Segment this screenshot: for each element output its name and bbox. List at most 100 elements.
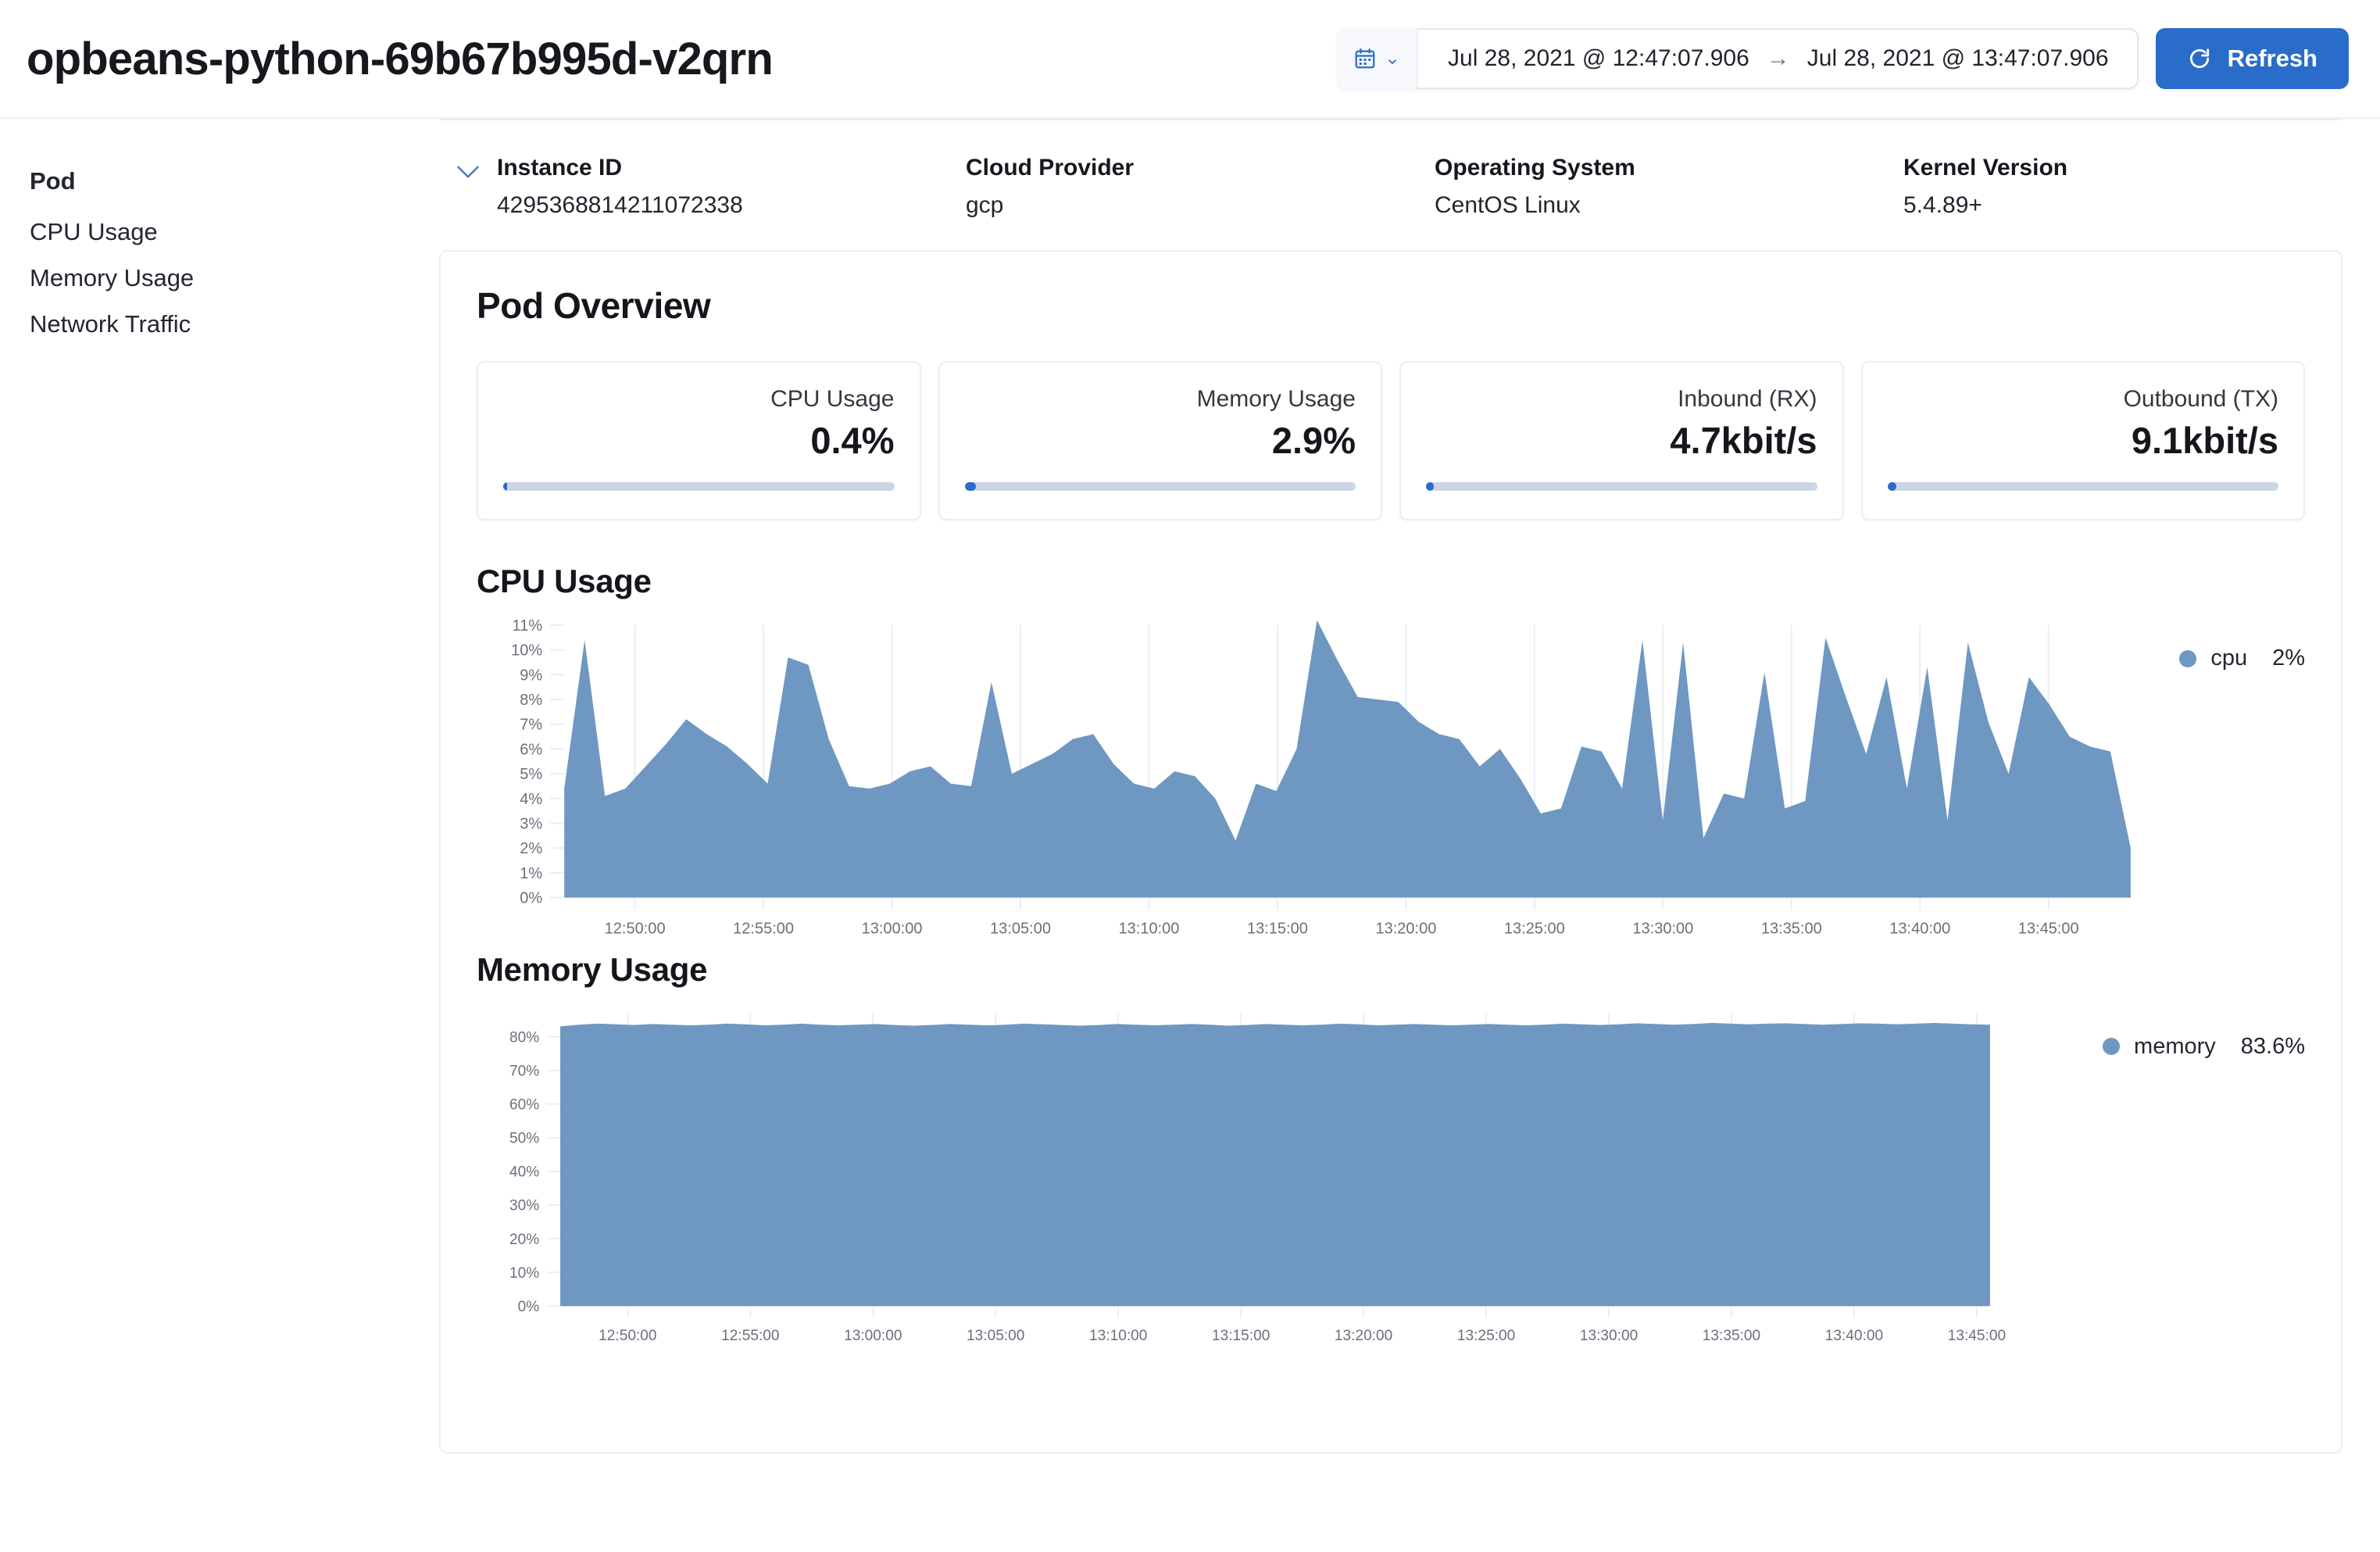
svg-text:7%: 7% xyxy=(520,717,542,734)
svg-text:12:50:00: 12:50:00 xyxy=(599,1328,656,1344)
metadata-value: CentOS Linux xyxy=(1435,192,1903,219)
metadata-label: Kernel Version xyxy=(1903,155,2342,181)
metadata-field-instance-id: Instance ID 4295368814211072338 xyxy=(497,155,966,219)
kpi-label: Memory Usage xyxy=(965,386,1356,413)
metadata-value: gcp xyxy=(966,192,1435,219)
svg-text:13:25:00: 13:25:00 xyxy=(1504,921,1565,938)
svg-text:60%: 60% xyxy=(509,1096,539,1113)
metadata-field-cloud-provider: Cloud Provider gcp xyxy=(966,155,1435,219)
metadata-field-operating-system: Operating System CentOS Linux xyxy=(1435,155,1903,219)
main-content: Instance ID 4295368814211072338 Cloud Pr… xyxy=(439,119,2380,1552)
svg-text:10%: 10% xyxy=(509,1265,539,1282)
kpi-card-inbound-rx: Inbound (RX) 4.7kbit/s xyxy=(1399,361,1844,520)
chart-legend-memory: memory 83.6% xyxy=(2082,1006,2305,1060)
svg-text:9%: 9% xyxy=(520,667,542,684)
svg-text:0%: 0% xyxy=(520,890,542,907)
page-title: opbeans-python-69b67b995d-v2qrn xyxy=(27,33,773,85)
svg-text:12:55:00: 12:55:00 xyxy=(733,921,794,938)
svg-text:2%: 2% xyxy=(520,840,542,857)
kpi-progress-track xyxy=(503,482,895,491)
chevron-down-icon: ⌄ xyxy=(1385,49,1400,68)
metadata-value: 4295368814211072338 xyxy=(497,192,966,219)
legend-series-value: 2% xyxy=(2272,645,2305,671)
svg-text:13:05:00: 13:05:00 xyxy=(967,1328,1024,1344)
svg-text:70%: 70% xyxy=(509,1063,539,1079)
svg-text:13:05:00: 13:05:00 xyxy=(990,921,1051,938)
chart-plot-area-memory[interactable]: 0%10%20%30%40%50%60%70%80%12:50:0012:55:… xyxy=(477,1006,2082,1357)
kpi-card-cpu-usage: CPU Usage 0.4% xyxy=(477,361,921,520)
svg-text:30%: 30% xyxy=(509,1197,539,1214)
kpi-value: 4.7kbit/s xyxy=(1426,419,1817,462)
svg-text:3%: 3% xyxy=(520,816,542,833)
svg-text:13:45:00: 13:45:00 xyxy=(1948,1328,2006,1344)
calendar-icon xyxy=(1353,46,1377,71)
metadata-label: Instance ID xyxy=(497,155,966,181)
svg-text:13:00:00: 13:00:00 xyxy=(862,921,923,938)
sidebar-nav: Pod CPU Usage Memory Usage Network Traff… xyxy=(0,119,439,1552)
sidebar-item-memory-usage[interactable]: Memory Usage xyxy=(30,266,439,290)
date-range-start[interactable]: Jul 28, 2021 @ 12:47:07.906 xyxy=(1448,45,1749,72)
legend-color-swatch xyxy=(2103,1038,2120,1055)
memory-usage-area-chart[interactable]: 0%10%20%30%40%50%60%70%80%12:50:0012:55:… xyxy=(477,1006,2082,1357)
kpi-progress-fill xyxy=(1888,482,1896,491)
svg-text:6%: 6% xyxy=(520,741,542,758)
chart-legend-cpu: cpu 2% xyxy=(2159,617,2305,671)
kpi-progress-fill xyxy=(1426,482,1434,491)
cpu-usage-area-chart[interactable]: 0%1%2%3%4%5%6%7%8%9%10%11%12:50:0012:55:… xyxy=(477,617,2159,946)
kpi-value: 0.4% xyxy=(503,419,895,462)
chart-title-cpu-usage: CPU Usage xyxy=(477,563,2305,600)
refresh-button[interactable]: Refresh xyxy=(2156,28,2349,89)
svg-text:12:55:00: 12:55:00 xyxy=(721,1328,779,1344)
date-quick-select-button[interactable]: ⌄ xyxy=(1337,28,1418,89)
kpi-progress-track xyxy=(1888,482,2279,491)
svg-text:13:35:00: 13:35:00 xyxy=(1703,1328,1760,1344)
svg-text:13:20:00: 13:20:00 xyxy=(1335,1328,1392,1344)
kpi-progress-track xyxy=(1426,482,1817,491)
kpi-progress-fill xyxy=(503,482,507,491)
kpi-label: Inbound (RX) xyxy=(1426,386,1817,413)
kpi-value: 2.9% xyxy=(965,419,1356,462)
svg-text:12:50:00: 12:50:00 xyxy=(605,921,666,938)
chart-cpu-usage: 0%1%2%3%4%5%6%7%8%9%10%11%12:50:0012:55:… xyxy=(477,617,2305,946)
legend-series-name: cpu xyxy=(2210,645,2247,671)
date-range-display[interactable]: Jul 28, 2021 @ 12:47:07.906 → Jul 28, 20… xyxy=(1418,28,2139,89)
metadata-label: Operating System xyxy=(1435,155,1903,181)
svg-text:10%: 10% xyxy=(511,642,542,660)
svg-text:13:15:00: 13:15:00 xyxy=(1247,921,1308,938)
kpi-progress-fill xyxy=(965,482,977,491)
chevron-down-icon xyxy=(456,164,480,180)
svg-text:13:40:00: 13:40:00 xyxy=(1889,921,1950,938)
refresh-label: Refresh xyxy=(2228,45,2317,73)
page-body: Pod CPU Usage Memory Usage Network Traff… xyxy=(0,119,2380,1552)
svg-text:13:35:00: 13:35:00 xyxy=(1761,921,1822,938)
pod-overview-panel: Pod Overview CPU Usage 0.4% Memory Usage… xyxy=(439,250,2342,1454)
svg-text:11%: 11% xyxy=(513,617,543,635)
svg-text:13:40:00: 13:40:00 xyxy=(1825,1328,1883,1344)
svg-text:50%: 50% xyxy=(509,1130,539,1146)
refresh-icon xyxy=(2187,46,2212,71)
svg-text:0%: 0% xyxy=(518,1299,540,1315)
legend-color-swatch xyxy=(2179,650,2196,667)
sidebar-item-cpu-usage[interactable]: CPU Usage xyxy=(30,220,439,244)
chart-memory-usage: 0%10%20%30%40%50%60%70%80%12:50:0012:55:… xyxy=(477,1006,2305,1357)
kpi-progress-track xyxy=(965,482,1356,491)
svg-text:13:30:00: 13:30:00 xyxy=(1580,1328,1638,1344)
legend-series-name: memory xyxy=(2134,1034,2216,1060)
metadata-collapse-toggle[interactable] xyxy=(439,155,497,180)
kpi-card-outbound-tx: Outbound (TX) 9.1kbit/s xyxy=(1861,361,2306,520)
svg-text:13:15:00: 13:15:00 xyxy=(1212,1328,1270,1344)
date-range-picker[interactable]: ⌄ Jul 28, 2021 @ 12:47:07.906 → Jul 28, … xyxy=(1337,28,2139,89)
svg-text:1%: 1% xyxy=(520,865,542,882)
kpi-label: CPU Usage xyxy=(503,386,895,413)
sidebar-item-pod[interactable]: Pod xyxy=(30,169,439,193)
date-range-end[interactable]: Jul 28, 2021 @ 13:47:07.906 xyxy=(1807,45,2109,72)
chart-plot-area-cpu[interactable]: 0%1%2%3%4%5%6%7%8%9%10%11%12:50:0012:55:… xyxy=(477,617,2159,946)
kpi-card-memory-usage: Memory Usage 2.9% xyxy=(938,361,1383,520)
svg-text:13:10:00: 13:10:00 xyxy=(1089,1328,1147,1344)
chart-title-memory-usage: Memory Usage xyxy=(477,951,2305,989)
metadata-field-kernel-version: Kernel Version 5.4.89+ xyxy=(1903,155,2342,219)
kpi-value: 9.1kbit/s xyxy=(1888,419,2279,462)
sidebar-item-network-traffic[interactable]: Network Traffic xyxy=(30,312,439,336)
svg-text:13:20:00: 13:20:00 xyxy=(1375,921,1436,938)
svg-text:13:00:00: 13:00:00 xyxy=(844,1328,902,1344)
